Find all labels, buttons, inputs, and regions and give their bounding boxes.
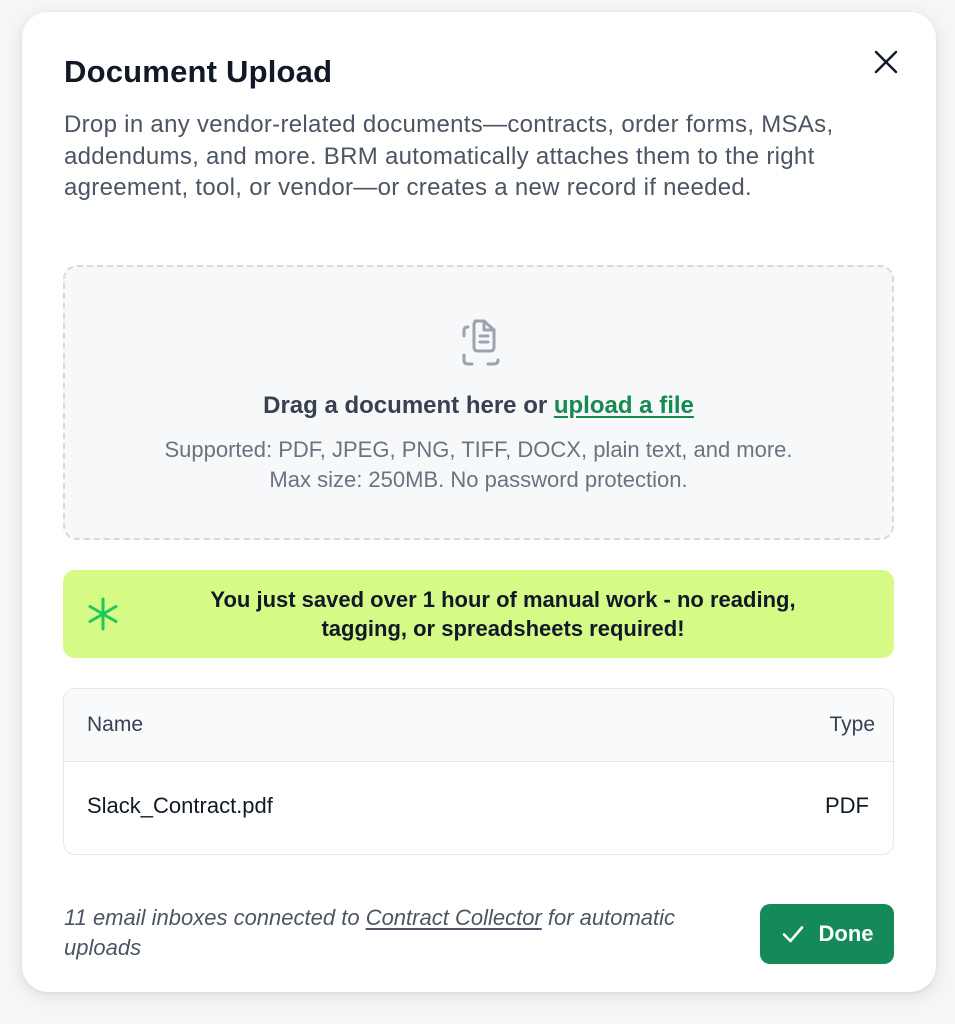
dropzone-heading: Drag a document here or upload a file bbox=[65, 392, 892, 420]
inbox-connection-note: 11 email inboxes connected to Contract C… bbox=[64, 903, 704, 963]
uploaded-files-table: Name Type Slack_Contract.pdf PDF bbox=[63, 688, 894, 855]
time-saved-line-2: tagging, or spreadsheets required! bbox=[321, 616, 685, 641]
upload-file-link[interactable]: upload a file bbox=[554, 392, 694, 419]
inbox-note-prefix: 11 email inboxes connected to bbox=[64, 905, 366, 930]
file-type-cell: PDF bbox=[825, 793, 869, 818]
document-upload-dialog: Document Upload Drop in any vendor-relat… bbox=[22, 12, 936, 992]
dialog-description: Drop in any vendor-related documents—con… bbox=[64, 111, 834, 201]
table-header: Name Type bbox=[64, 689, 893, 762]
file-dropzone[interactable]: Drag a document here or upload a file Su… bbox=[63, 265, 894, 540]
close-icon bbox=[874, 50, 898, 74]
column-header-name: Name bbox=[87, 713, 144, 736]
document-scan-icon bbox=[462, 319, 500, 366]
done-button[interactable]: Done bbox=[760, 904, 894, 964]
table-row[interactable]: Slack_Contract.pdf PDF bbox=[64, 762, 893, 854]
column-header-type: Type bbox=[829, 713, 875, 736]
dialog-title: Document Upload bbox=[64, 54, 333, 89]
time-saved-line-1: You just saved over 1 hour of manual wor… bbox=[210, 587, 796, 612]
supported-formats-text: Supported: PDF, JPEG, PNG, TIFF, DOCX, p… bbox=[164, 437, 793, 462]
check-icon bbox=[782, 926, 803, 943]
sparkle-icon bbox=[88, 597, 118, 631]
done-button-label: Done bbox=[818, 921, 874, 946]
time-saved-banner: You just saved over 1 hour of manual wor… bbox=[63, 570, 894, 658]
size-limit-text: Max size: 250MB. No password protection. bbox=[269, 467, 688, 492]
dropzone-heading-text: Drag a document here or bbox=[263, 392, 554, 419]
contract-collector-link[interactable]: Contract Collector bbox=[366, 905, 542, 930]
time-saved-message: You just saved over 1 hour of manual wor… bbox=[163, 585, 843, 643]
close-button[interactable] bbox=[868, 44, 904, 80]
file-name-cell: Slack_Contract.pdf bbox=[87, 793, 273, 818]
